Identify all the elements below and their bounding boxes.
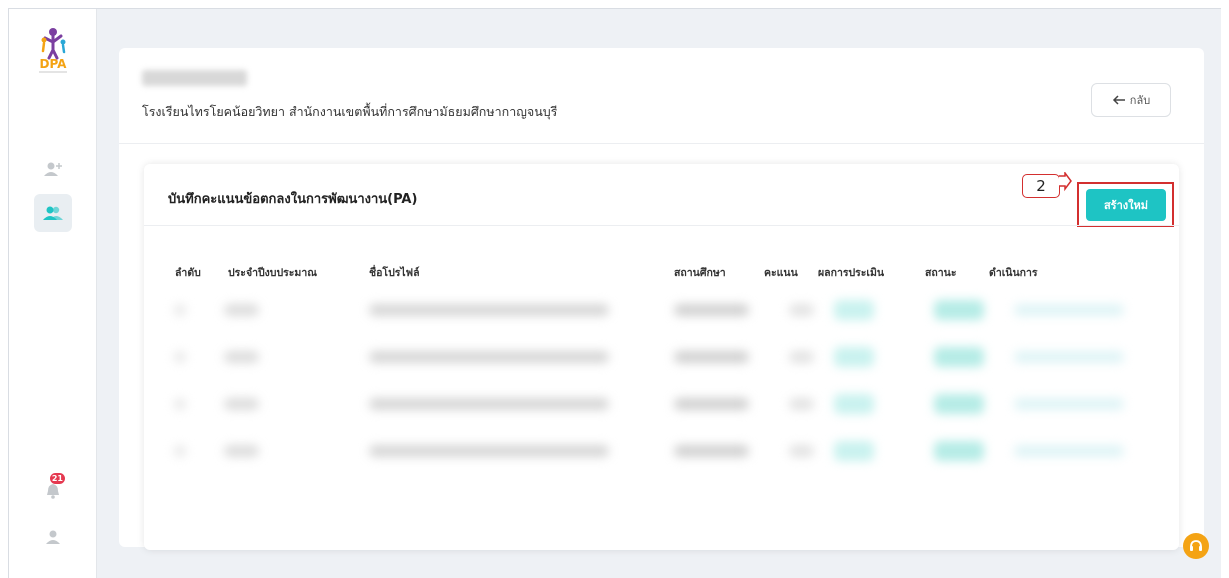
sidebar: DPA 21 xyxy=(9,9,97,578)
headset-icon xyxy=(1190,540,1202,551)
svg-text:DPA: DPA xyxy=(40,57,68,71)
col-header-result: ผลการประเมิน xyxy=(818,267,885,279)
main-card: โรงเรียนไทรโยคน้อยวิทยา สำนักงานเขตพื้นท… xyxy=(119,48,1204,550)
col-header-school: สถานศึกษา xyxy=(674,267,726,279)
panel-divider xyxy=(144,225,1179,226)
school-name: โรงเรียนไทรโยคน้อยวิทยา สำนักงานเขตพื้นท… xyxy=(142,104,558,119)
col-header-actions: ดำเนินการ xyxy=(989,267,1038,279)
dpa-logo[interactable]: DPA xyxy=(31,24,75,74)
add-user-icon[interactable] xyxy=(34,150,72,188)
notification-badge: 21 xyxy=(49,473,65,484)
notification-bell-icon[interactable]: 21 xyxy=(34,472,72,510)
col-header-order: ลำดับ xyxy=(175,267,201,279)
col-header-score: คะแนน xyxy=(764,267,798,279)
create-new-button[interactable]: สร้างใหม่ xyxy=(1086,189,1166,221)
col-header-profile-name: ชื่อโปรไฟล์ xyxy=(369,267,420,279)
divider xyxy=(119,143,1204,144)
help-chat-button[interactable] xyxy=(1183,533,1209,559)
arrow-left-icon xyxy=(1112,95,1125,105)
back-button-label: กลับ xyxy=(1129,94,1151,107)
section-title: บันทึกคะแนนข้อตกลงในการพัฒนางาน(PA) xyxy=(168,192,418,207)
users-icon[interactable] xyxy=(34,194,72,232)
back-button[interactable]: กลับ xyxy=(1091,83,1171,117)
step-number: 2 xyxy=(1036,177,1046,195)
profile-icon[interactable] xyxy=(34,518,72,556)
user-name-blurred xyxy=(142,70,247,86)
pa-records-panel: บันทึกคะแนนข้อตกลงในการพัฒนางาน(PA) 2 สร… xyxy=(144,164,1179,550)
col-header-status: สถานะ xyxy=(925,267,957,279)
step-callout: 2 xyxy=(1022,174,1060,198)
col-header-fiscal-year: ประจำปีงบประมาณ xyxy=(228,267,317,279)
